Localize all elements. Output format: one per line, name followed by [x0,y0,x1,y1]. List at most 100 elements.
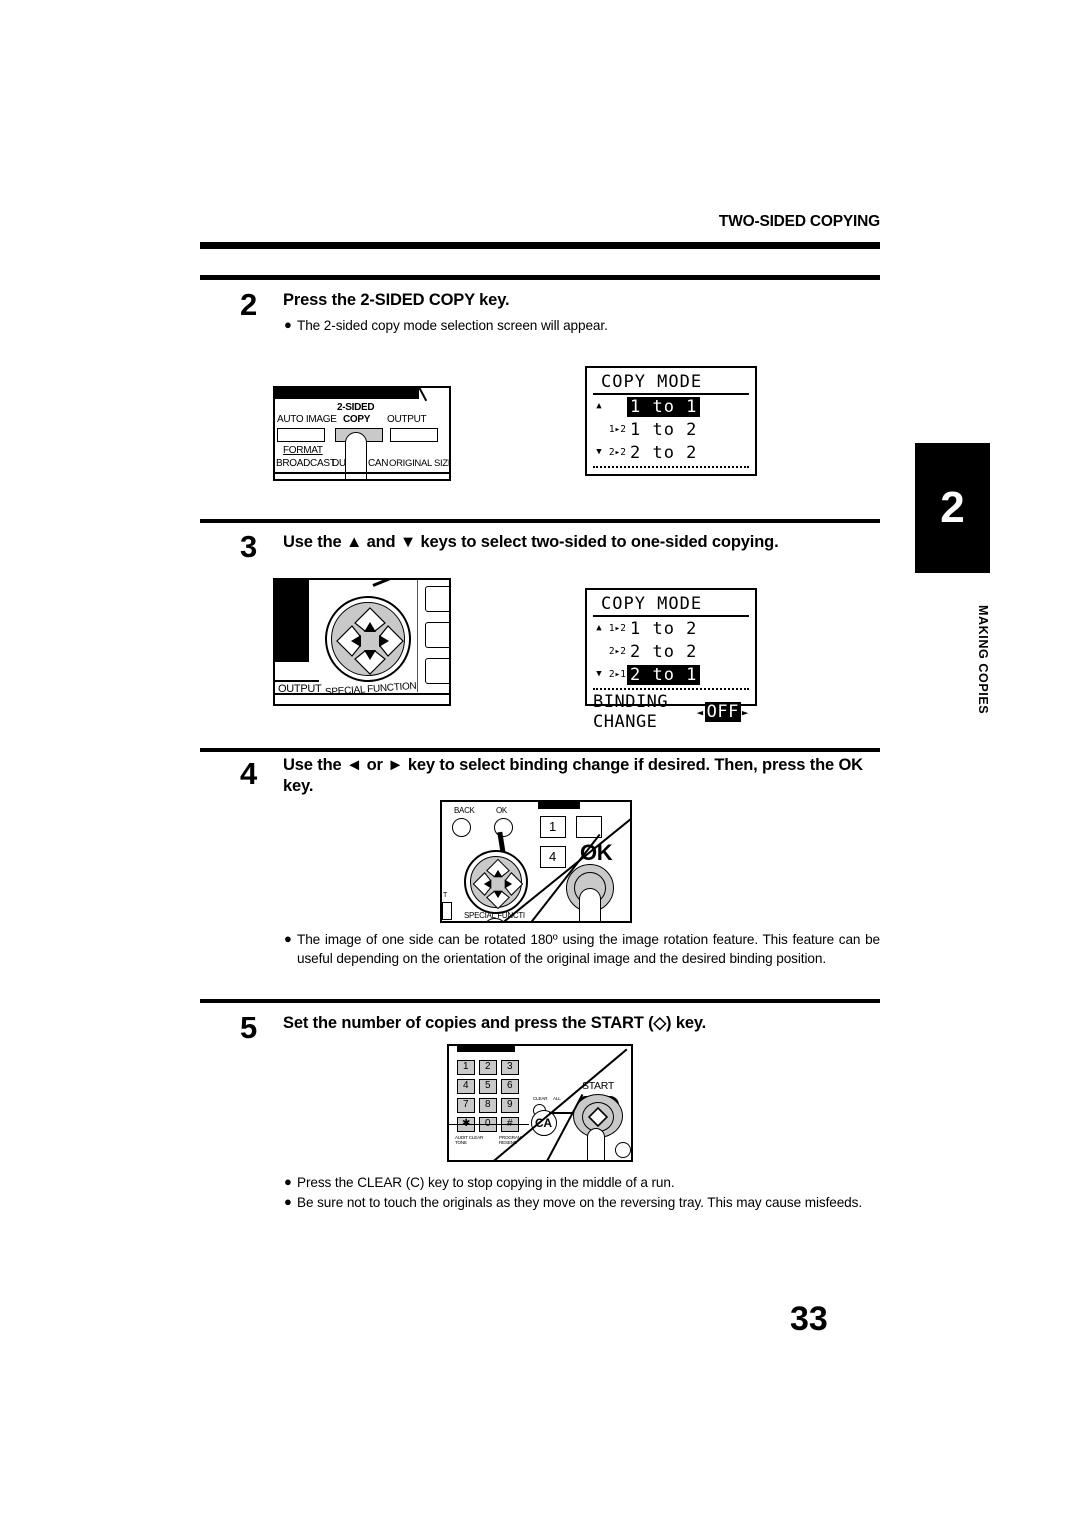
panel-divider-1 [449,1124,529,1126]
step-4-bullet-1: ● The image of one side can be rotated 1… [284,931,880,967]
scroll-down-icon: ▼ [596,669,603,679]
label-auto-image: AUTO IMAGE [277,414,337,425]
lcd-binding-row[interactable]: BINDING CHANGE ◄ OFF ► [593,692,749,732]
label-back: BACK [454,806,475,815]
row-prefix: 2▸2 [608,646,626,657]
row-prefix: 2▸1 [608,669,626,680]
keypad-label-1: 1 [463,1061,469,1072]
row-value: 1 to 2 [630,618,698,639]
panel-left-dark [275,580,309,662]
keypad-label-7: 7 [463,1099,469,1110]
row-prefix: 2▸2 [608,447,626,458]
bullet-dot-icon: ● [284,931,292,946]
lcd-row[interactable]: 1▸2 1 to 2 [593,418,749,441]
row-prefix: 1▸2 [608,623,626,634]
label-can: CAN [368,458,389,469]
keypad-label-3: 3 [507,1061,513,1072]
step-2-bullet-1: ● The 2-sided copy mode selection screen… [284,317,608,333]
header-rule-bottom [200,275,880,280]
row-value: 1 to 1 [627,396,701,417]
label-clear-all: ALL [553,1096,561,1101]
running-head: TWO-SIDED COPYING [718,213,880,230]
lcd-row[interactable]: ▼ 2▸2 2 to 2 [593,441,749,464]
label-edge-t: T [443,892,448,899]
side-key-3[interactable] [425,658,449,684]
panel-divider [275,472,449,474]
label-output: OUTPUT [387,414,427,425]
arrow-glyphs-icon [336,607,404,675]
key-output[interactable] [390,428,438,442]
step-3-heading: Use the ▲ and ▼ keys to select two-sided… [283,533,779,551]
label-format: FORMAT [283,445,323,456]
finger-pointer [345,432,367,479]
row-prefix: 1▸2 [608,424,626,435]
keypad-label-6: 6 [507,1080,513,1091]
keypad-label-4: 4 [463,1080,469,1091]
binding-left-arrow-icon[interactable]: ◄ [697,706,704,719]
arrow-keypad[interactable] [325,596,411,682]
lcd-row[interactable]: ▼ 2▸1 2 to 1 [593,663,749,686]
step-5-number: 5 [240,1010,258,1045]
lcd-separator [593,688,749,690]
arrow-keypad[interactable] [464,850,528,914]
lcd-title: COPY MODE [593,372,749,395]
panel-illustration-step5: 1 2 3 4 5 6 7 8 9 ✱ 0 # AUDIT CLEAR TONE… [447,1044,633,1162]
row-value: 1 to 2 [630,419,698,440]
keypad-star-sublabel: AUDIT CLEAR TONE [455,1135,484,1145]
step-5-rule [200,999,880,1003]
lcd-row[interactable]: ▲ 1▸2 1 to 2 [593,617,749,640]
panel-topbar [538,802,580,809]
key-1-label: 1 [549,819,556,834]
step-4-heading: Use the ◄ or ► key to select binding cha… [283,756,863,796]
page-number: 33 [790,1300,828,1338]
lcd-screen-step3: COPY MODE ▲ 1▸2 1 to 2 2▸2 2 to 2 ▼ 2▸1 … [585,588,757,732]
step-5-bullet-2: ● Be sure not to touch the originals as … [284,1194,862,1210]
step-3-rule [200,519,880,523]
chapter-tab-label: MAKING COPIES [976,605,990,715]
finger-pointer [587,1128,605,1160]
side-key-2[interactable] [425,622,449,648]
bullet-dot-icon: ● [284,1194,292,1209]
row-value: 2 to 2 [630,641,698,662]
panel-topbar [457,1046,515,1052]
panel-illustration-step4: BACK OK T SPECIAL FUNCTI 1 4 OK [440,800,632,923]
label-2-sided: 2-SIDED [337,402,375,413]
step-5-heading: Set the number of copies and press the S… [283,1014,707,1032]
label-clear: CLEAR [533,1096,548,1101]
panel-illustration-step2: 2-SIDED AUTO IMAGE COPY OUTPUT FORMAT BR… [273,386,451,481]
side-key-1[interactable] [425,586,449,612]
step-4-rule [200,748,880,752]
step-3-number: 3 [240,529,258,564]
bullet-dot-icon: ● [284,1174,292,1189]
panel-bottom-divider [275,693,449,695]
key-auto-image[interactable] [277,428,325,442]
binding-label: BINDING CHANGE [593,692,669,732]
keypad-label-8: 8 [485,1099,491,1110]
step-2-number: 2 [240,287,258,322]
binding-value: OFF [704,702,741,722]
start-diamond-icon [588,1107,608,1127]
lcd-separator [593,466,749,468]
step-4-number: 4 [240,756,258,791]
bullet-dot-icon: ● [284,317,292,332]
output-underline [275,680,319,682]
edge-key[interactable] [442,902,452,920]
binding-right-arrow-icon[interactable]: ► [742,706,749,719]
header-rule-top [200,242,880,249]
lcd-title: COPY MODE [593,594,749,617]
back-button[interactable] [452,818,471,837]
chapter-tab-number: 2 [915,443,990,573]
indicator-circle [615,1142,631,1158]
row-value: 2 to 2 [630,442,698,463]
label-ok: OK [496,806,507,815]
lcd-row[interactable]: ▲ 1 to 1 [593,395,749,418]
panel-vertical-divider [417,580,419,692]
key-4-label: 4 [549,849,556,864]
lcd-row[interactable]: 2▸2 2 to 2 [593,640,749,663]
panel-illustration-step3: OUTPUT SPECIAL FUNCTION [273,578,451,706]
scroll-down-icon: ▼ [596,447,603,457]
step-5-bullet-1: ● Press the CLEAR (C) key to stop copyin… [284,1174,675,1190]
scroll-up-icon: ▲ [596,623,603,633]
keypad-label-9: 9 [507,1099,513,1110]
label-copy: COPY [343,414,371,425]
